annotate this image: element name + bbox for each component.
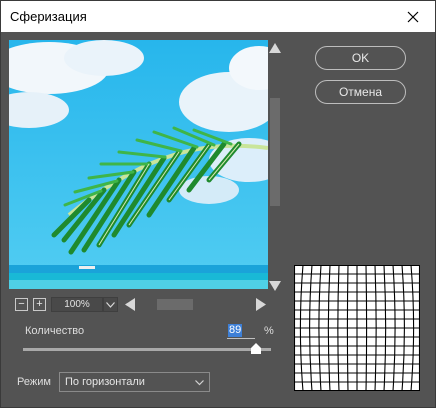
- zoom-bar: − + 100%: [9, 296, 268, 313]
- mode-select[interactable]: По горизонтали: [59, 372, 210, 392]
- spherize-grid: [293, 264, 421, 392]
- chevron-down-icon: [106, 301, 115, 308]
- amount-slider[interactable]: [23, 348, 271, 351]
- mode-selected-value: По горизонтали: [65, 376, 145, 388]
- image-preview[interactable]: [9, 40, 268, 289]
- amount-input[interactable]: 89: [227, 323, 255, 339]
- title-bar[interactable]: Сферизация: [1, 1, 435, 32]
- zoom-out-icon: −: [18, 298, 25, 310]
- cancel-button[interactable]: Отмена: [315, 80, 406, 104]
- zoom-in-icon: +: [36, 298, 43, 310]
- vertical-scrollbar[interactable]: [268, 40, 282, 294]
- preview-image: [9, 40, 268, 289]
- arrow-down-icon[interactable]: [268, 278, 282, 294]
- horizontal-scrollbar[interactable]: [123, 297, 268, 312]
- distortion-grid-preview: [293, 264, 421, 392]
- amount-unit: %: [264, 325, 274, 337]
- zoom-dropdown-button[interactable]: [103, 297, 118, 312]
- arrow-left-icon[interactable]: [123, 297, 137, 312]
- close-button[interactable]: [391, 1, 435, 32]
- zoom-level[interactable]: 100%: [51, 297, 103, 312]
- amount-label: Количество: [25, 325, 85, 337]
- arrow-up-icon[interactable]: [268, 40, 282, 56]
- vertical-scroll-thumb[interactable]: [270, 98, 280, 206]
- dialog-body: − + 100% OK Отмена Количество 89 % Режим…: [1, 32, 435, 407]
- zoom-out-button[interactable]: −: [15, 298, 28, 311]
- horizontal-scroll-thumb[interactable]: [157, 299, 193, 310]
- spherize-dialog: Сферизация − + 100% OK Отмена Количество…: [0, 0, 436, 408]
- ok-button[interactable]: OK: [315, 46, 406, 70]
- amount-slider-thumb[interactable]: [251, 343, 261, 354]
- close-icon: [407, 11, 419, 22]
- chevron-down-icon: [195, 380, 204, 386]
- amount-value: 89: [228, 324, 243, 337]
- zoom-in-button[interactable]: +: [33, 298, 46, 311]
- arrow-right-icon[interactable]: [254, 297, 268, 312]
- mode-label: Режим: [17, 376, 51, 388]
- dialog-title: Сферизация: [10, 9, 87, 24]
